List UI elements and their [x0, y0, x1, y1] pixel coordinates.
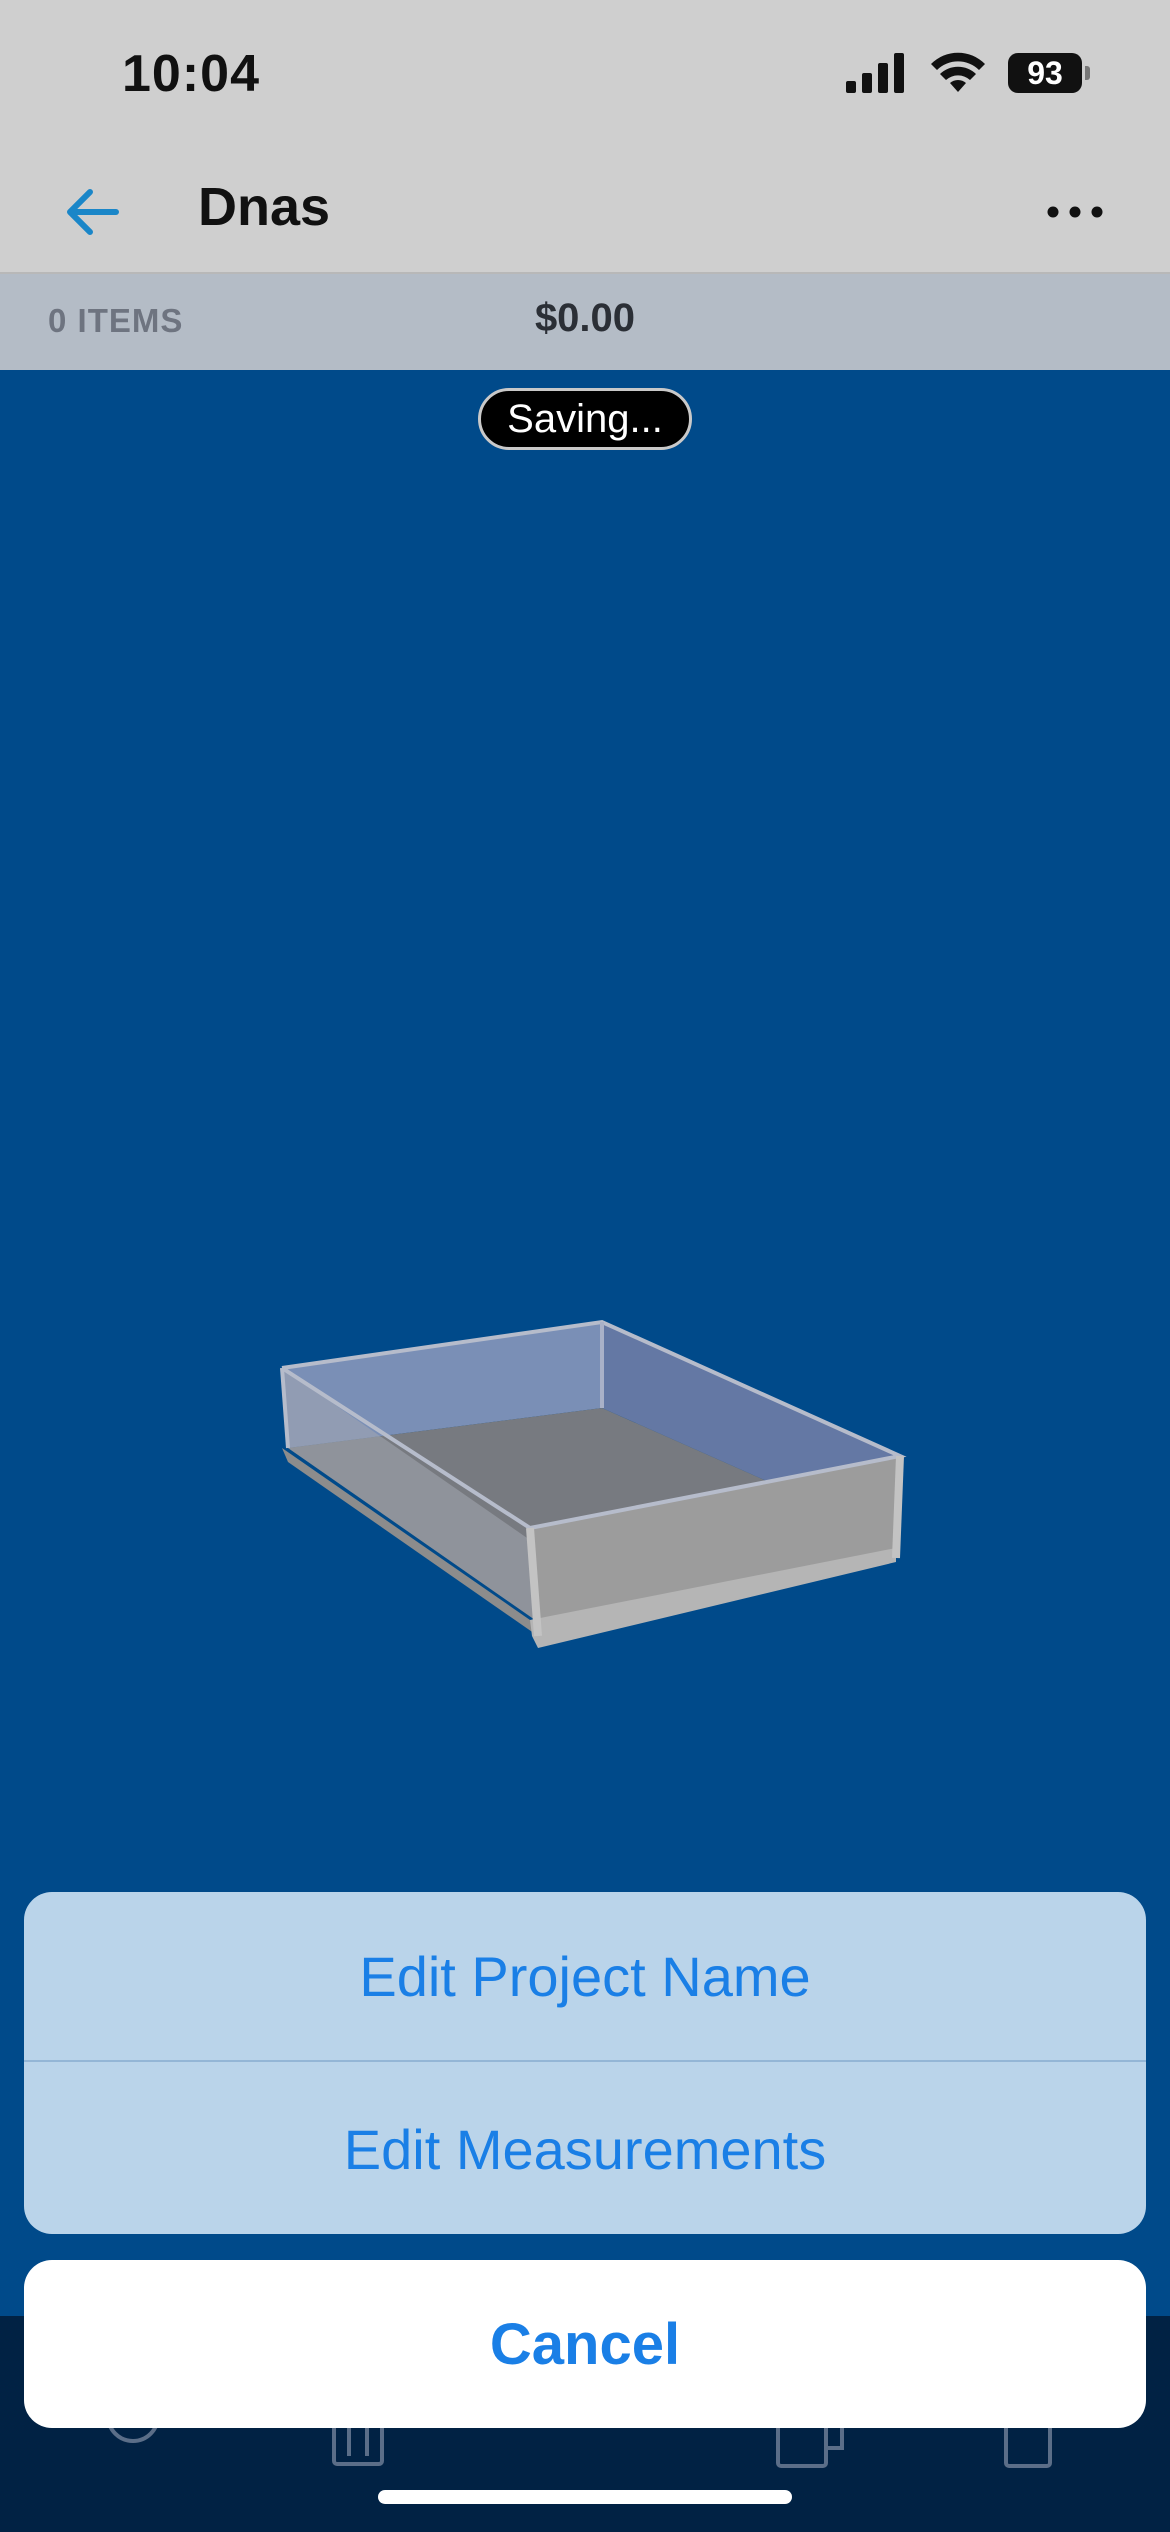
home-indicator — [378, 2490, 792, 2504]
cancel-button[interactable]: Cancel — [24, 2260, 1146, 2428]
action-sheet: Edit Project Name Edit Measurements — [24, 1892, 1146, 2234]
edit-project-name-button[interactable]: Edit Project Name — [24, 1892, 1146, 2062]
edit-measurements-button[interactable]: Edit Measurements — [24, 2064, 1146, 2234]
tray-corner-edge — [892, 1455, 904, 1559]
